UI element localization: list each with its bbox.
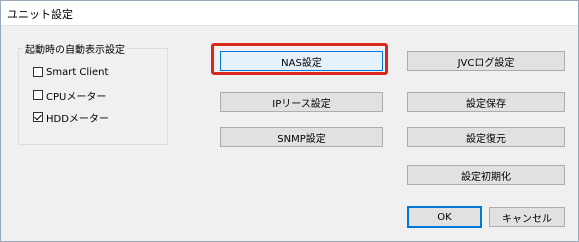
smart-client-label: Smart Client xyxy=(46,66,109,78)
ip-lease-settings-button[interactable]: IPリース設定 xyxy=(220,92,383,112)
cancel-button[interactable]: キャンセル xyxy=(489,207,565,227)
snmp-settings-button[interactable]: SNMP設定 xyxy=(220,127,383,147)
smart-client-checkbox[interactable] xyxy=(33,67,43,77)
save-settings-button[interactable]: 設定保存 xyxy=(407,92,565,112)
nas-button-highlight-box xyxy=(211,43,388,75)
jvc-log-settings-button[interactable]: JVCログ設定 xyxy=(407,51,565,71)
hdd-meter-checkbox-row[interactable]: HDDメーター xyxy=(33,110,109,125)
title-bar: ユニット設定 xyxy=(1,1,578,26)
smart-client-checkbox-row[interactable]: Smart Client xyxy=(33,65,108,79)
restore-settings-button[interactable]: 設定復元 xyxy=(407,127,565,147)
cpu-meter-label: CPUメーター xyxy=(46,91,107,103)
unit-settings-dialog: ユニット設定 起動時の自動表示設定 Smart Client CPUメーター H… xyxy=(0,0,579,242)
cpu-meter-checkbox[interactable] xyxy=(33,90,43,100)
hdd-meter-checkbox[interactable] xyxy=(33,112,43,122)
window-title: ユニット設定 xyxy=(7,8,73,21)
startup-group-legend: 起動時の自動表示設定 xyxy=(23,41,127,56)
hdd-meter-label: HDDメーター xyxy=(46,113,109,125)
ok-button[interactable]: OK xyxy=(407,206,482,228)
initialize-settings-button[interactable]: 設定初期化 xyxy=(407,165,565,185)
cpu-meter-checkbox-row[interactable]: CPUメーター xyxy=(33,88,107,103)
